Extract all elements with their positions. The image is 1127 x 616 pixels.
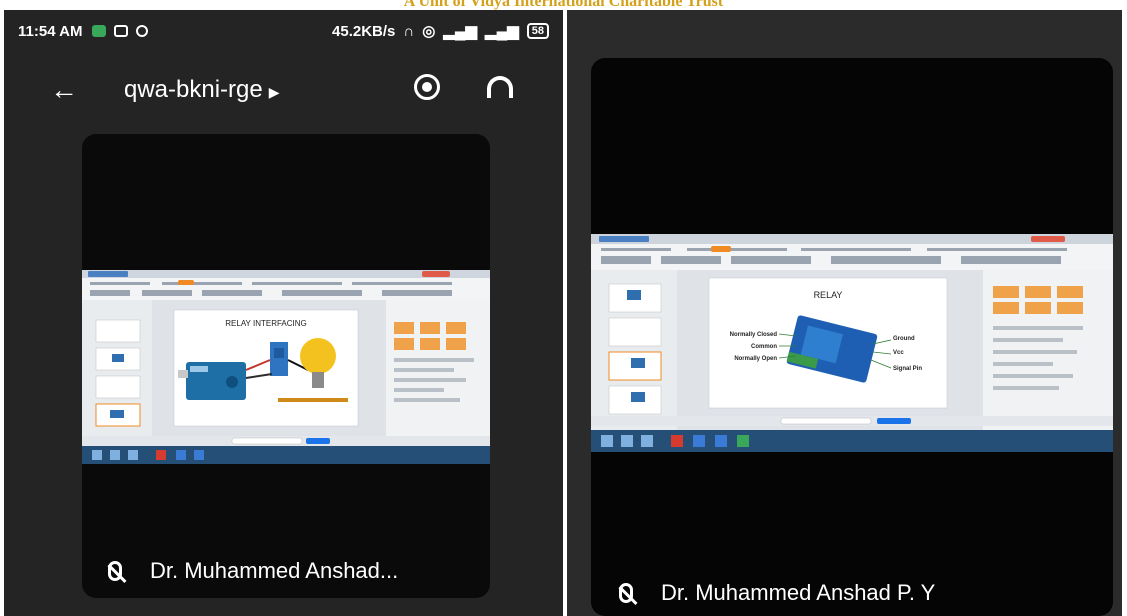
participant-tile: RELAY INTERFACING Dr. Muhammed Anshad... [82,134,490,598]
slide-title: RELAY INTERFACING [225,319,307,328]
meeting-code: qwa-bkni-rge [124,76,263,103]
status-time: 11:54 AM [18,22,83,40]
participant-name: Dr. Muhammed Anshad... [150,558,399,583]
pin-label-nc: Normally Closed [730,332,778,338]
participant-name: Dr. Muhammed Anshad P. Y [661,580,936,605]
meeting-code-button[interactable]: qwa-bkni-rge ▶ [124,76,280,104]
battery-icon: 58 [526,23,549,39]
gallery-icon [92,25,107,37]
pin-label-no: Normally Open [734,356,777,362]
slide-title: RELAY [814,290,843,300]
caret-right-icon: ▶ [268,84,280,100]
pin-label-ground: Ground [893,336,915,342]
signal-icon: ▂▄▆ [443,23,478,40]
mic-off-icon [108,561,122,581]
headphone-status-icon: ∩ [403,22,415,40]
signal-icon-2: ▂▄▆ [485,23,519,40]
switch-camera-icon[interactable] [414,74,440,100]
participant-name-bar: Dr. Muhammed Anshad P. Y [619,580,935,606]
phone-screenshot-right: RELAY Normally Closed Common Normally Op… [567,10,1122,616]
status-bar: 11:54 AM 45.2KB/s ∩ ◎ ▂▄▆ ▂▄▆ 58 [18,16,549,46]
alarm-icon: ◎ [422,23,436,40]
video-icon [114,25,129,37]
mic-off-icon [619,583,633,603]
phone-screenshot-left: 11:54 AM 45.2KB/s ∩ ◎ ▂▄▆ ▂▄▆ 58 ← qwa-b… [4,10,563,616]
headphones-icon[interactable] [487,76,513,98]
pin-label-signal: Signal Pin [893,366,922,372]
chat-icon [136,25,149,37]
pin-label-vcc: Vcc [893,350,904,356]
screen-share: RELAY INTERFACING [82,270,490,464]
participant-tile: RELAY Normally Closed Common Normally Op… [591,58,1113,616]
network-speed: 45.2KB/s [332,22,396,40]
screen-share: RELAY Normally Closed Common Normally Op… [591,234,1113,452]
back-arrow-icon[interactable]: ← [50,74,78,106]
participant-name-bar: Dr. Muhammed Anshad... [108,558,398,584]
meet-toolbar: ← qwa-bkni-rge ▶ [4,66,563,116]
pin-label-common: Common [751,344,777,350]
